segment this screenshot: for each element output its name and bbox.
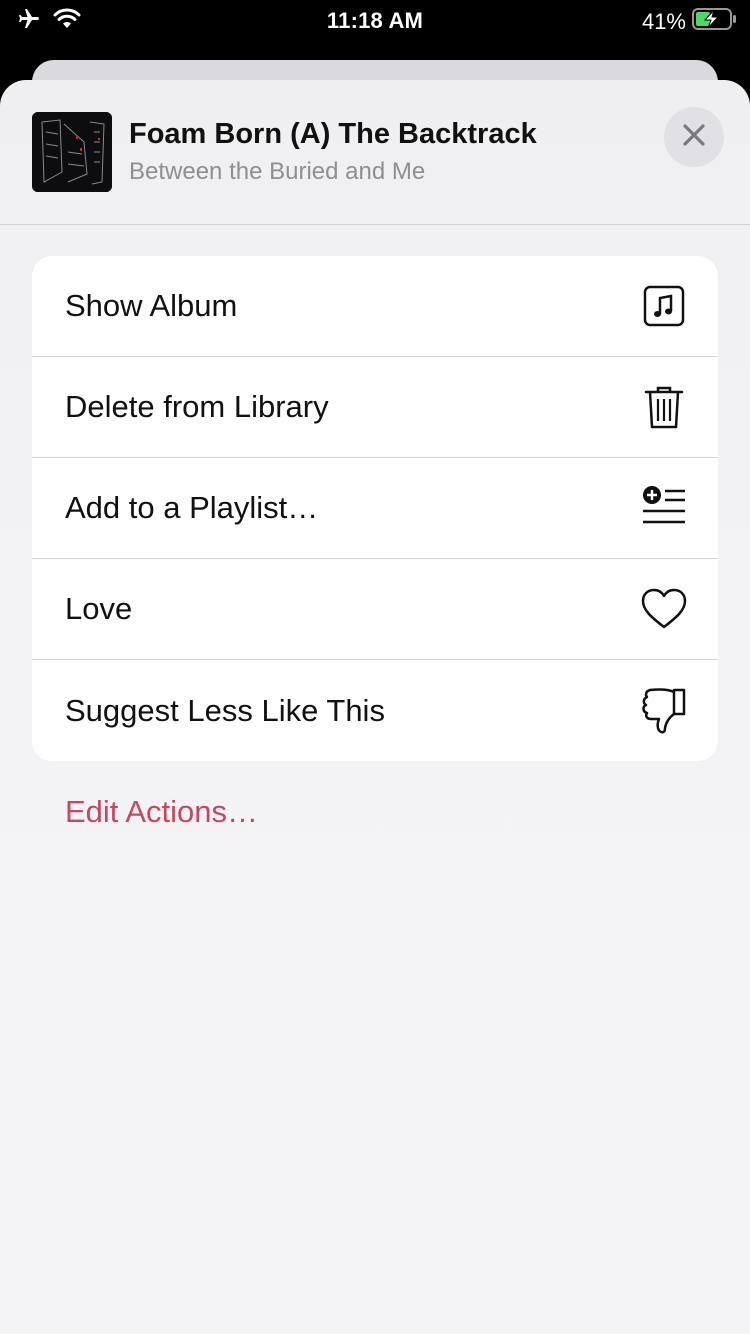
battery-charging-icon (692, 7, 738, 37)
suggest-less-item[interactable]: Suggest Less Like This (32, 660, 718, 761)
delete-from-library-item[interactable]: Delete from Library (32, 357, 718, 458)
song-artist: Between the Buried and Me (129, 158, 426, 185)
close-button[interactable] (664, 107, 724, 167)
menu-item-label: Add to a Playlist… (65, 490, 319, 525)
album-icon (640, 282, 688, 330)
trash-icon (640, 383, 688, 431)
menu-item-label: Delete from Library (65, 389, 329, 424)
add-to-playlist-item[interactable]: Add to a Playlist… (32, 458, 718, 559)
heart-icon (640, 585, 688, 633)
love-item[interactable]: Love (32, 559, 718, 660)
close-icon (682, 123, 706, 152)
status-bar-right: 41% (642, 7, 738, 37)
menu-item-label: Show Album (65, 288, 238, 323)
status-bar: 11:18 AM 41% (0, 0, 750, 42)
album-artwork (32, 112, 112, 192)
actions-menu: Show Album Delete from Library Add to a … (32, 256, 718, 761)
edit-actions-link[interactable]: Edit Actions… (65, 794, 258, 830)
show-album-item[interactable]: Show Album (32, 256, 718, 357)
status-time: 11:18 AM (326, 8, 424, 33)
menu-item-label: Suggest Less Like This (65, 692, 385, 728)
add-to-playlist-icon (640, 484, 688, 532)
action-sheet: Foam Born (A) The Backtrack Between the … (0, 80, 750, 1334)
sheet-header: Foam Born (A) The Backtrack Between the … (0, 80, 750, 225)
battery-percent: 41% (641, 9, 686, 34)
menu-item-label: Love (65, 591, 133, 626)
song-title: Foam Born (A) The Backtrack (129, 118, 537, 150)
thumbs-down-icon (640, 687, 688, 735)
